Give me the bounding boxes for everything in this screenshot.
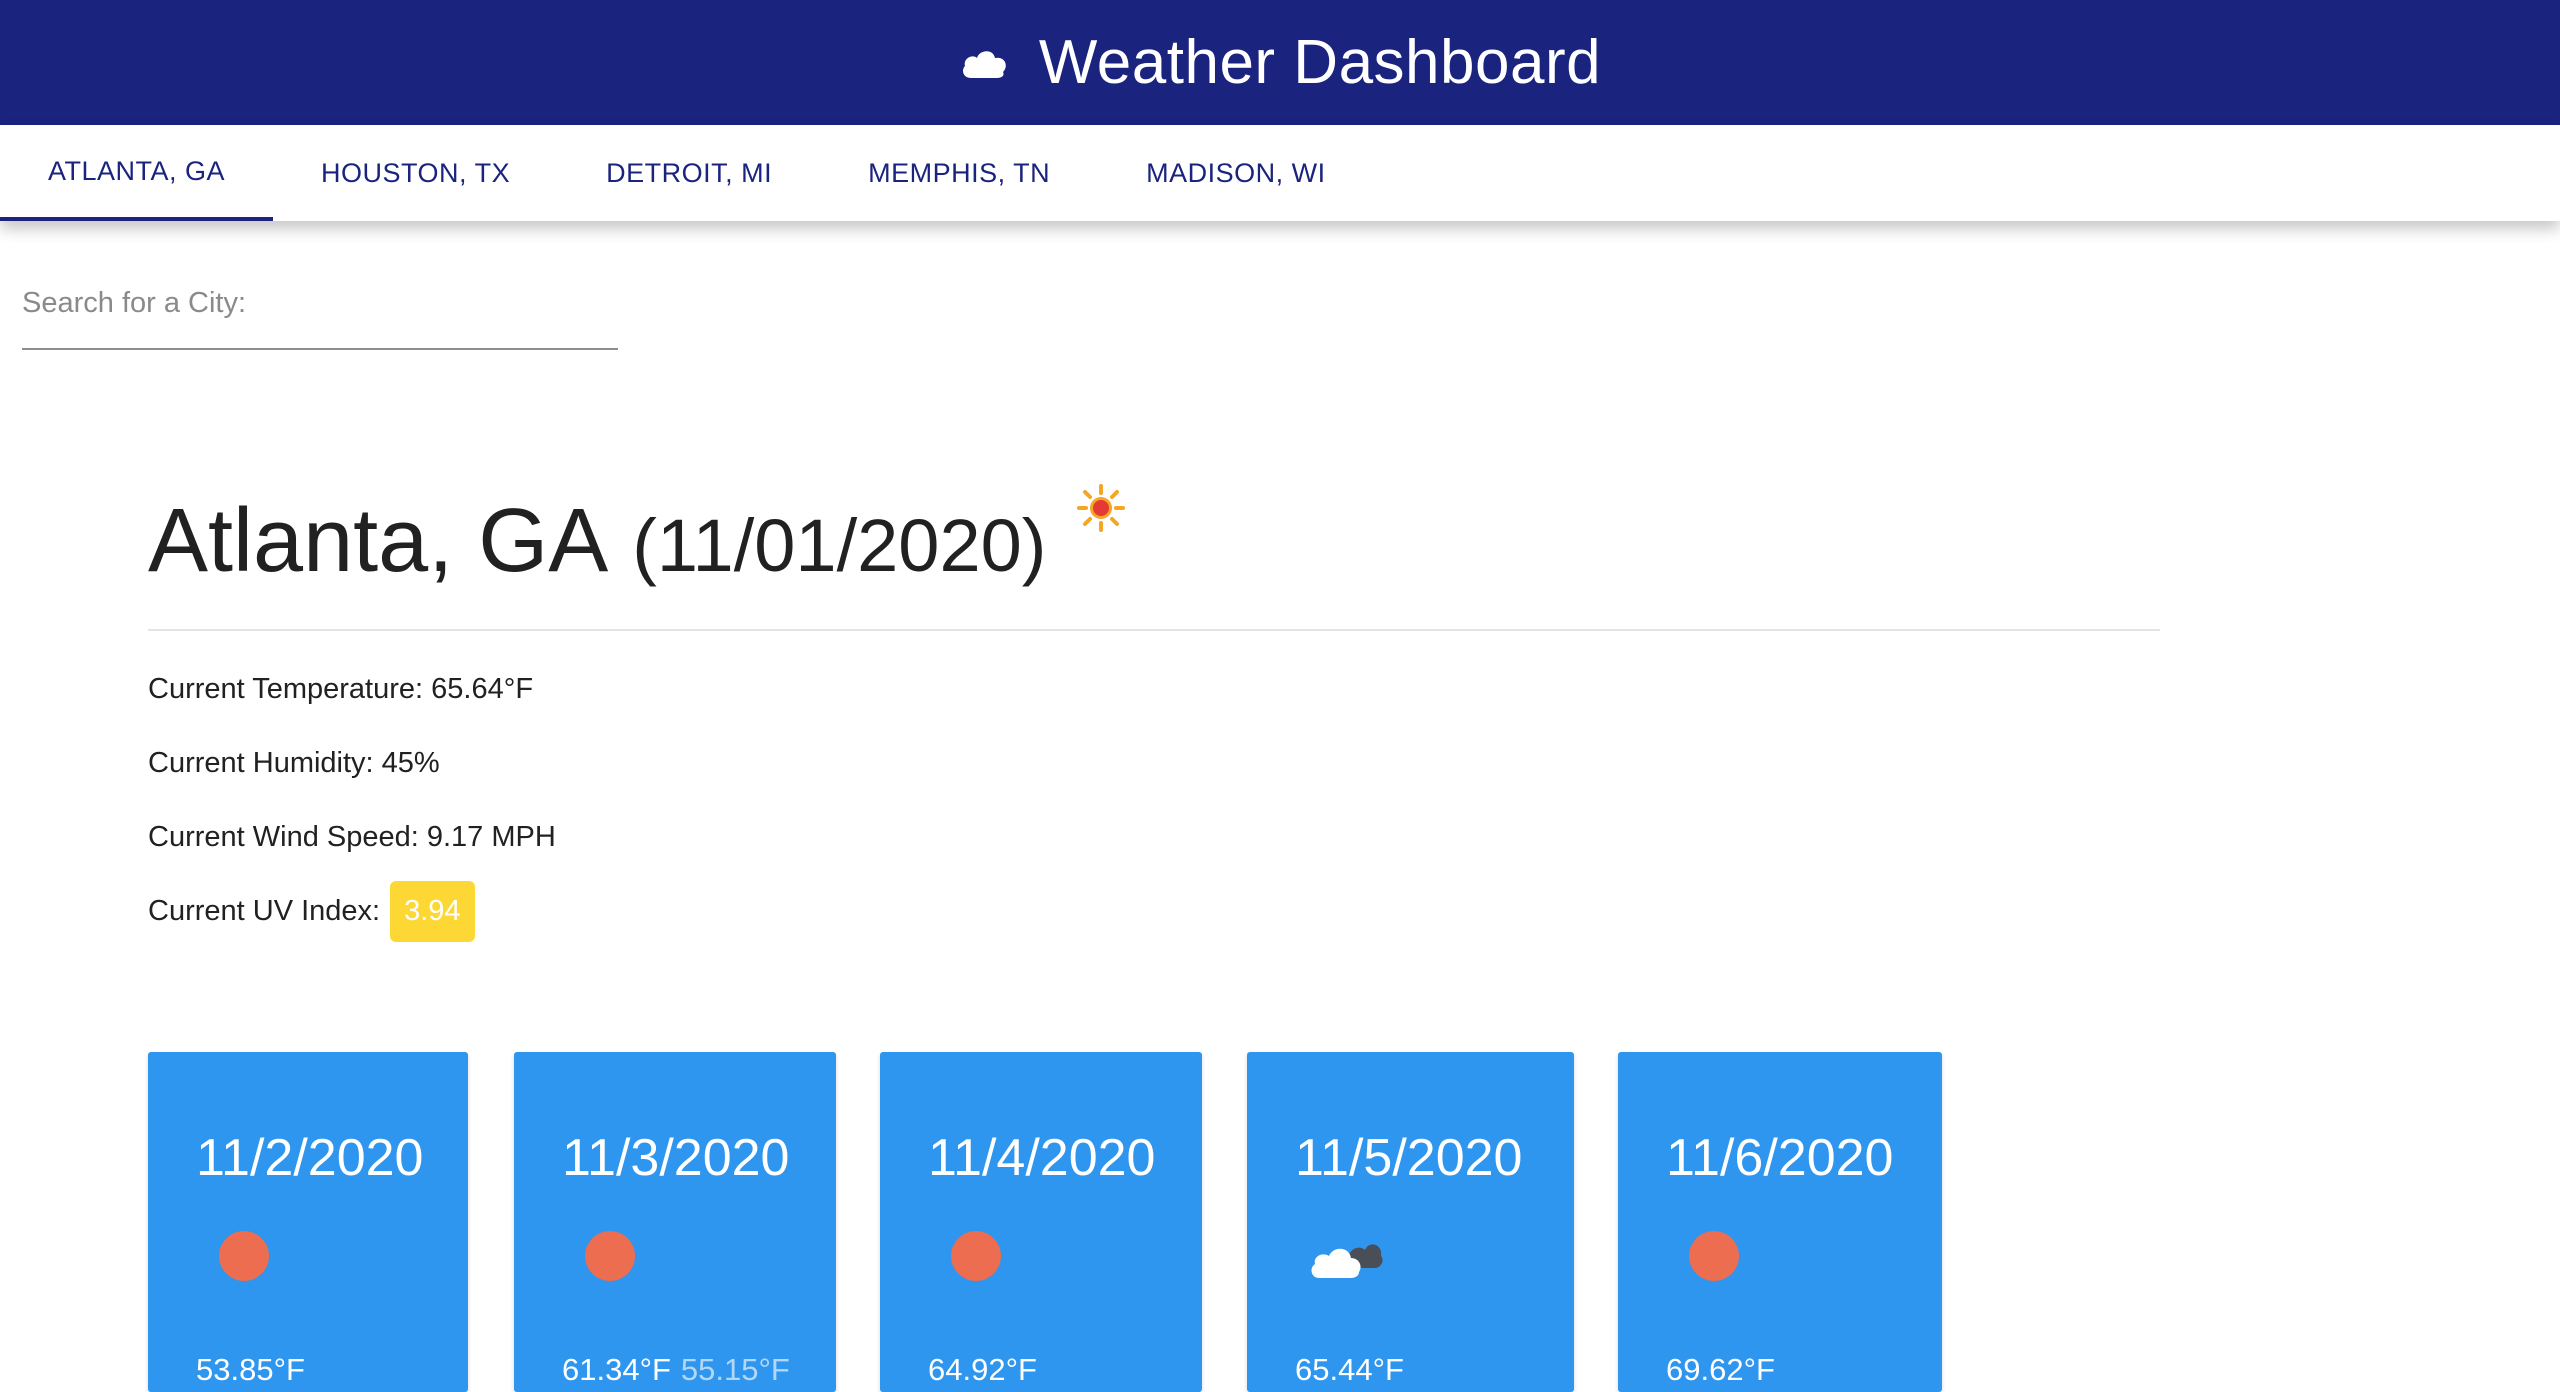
forecast-temps: 61.34°F 55.15°F [562, 1352, 790, 1388]
forecast-date: 11/2/2020 [196, 1129, 424, 1187]
cloudy-icon [1309, 1230, 1385, 1287]
sun-icon [950, 1230, 1002, 1287]
forecast-date: 11/6/2020 [1666, 1129, 1894, 1187]
forecast-date: 11/3/2020 [562, 1129, 790, 1187]
sun-icon [218, 1230, 270, 1287]
forecast-card: 11/6/2020 69.62°F [1618, 1052, 1942, 1392]
current-date: (11/01/2020) [632, 504, 1047, 587]
forecast-card: 11/5/2020 65.44°F [1247, 1052, 1574, 1392]
current-humidity: Current Humidity: 45% [148, 746, 440, 779]
sun-icon [1076, 483, 1126, 538]
sun-icon [1688, 1230, 1740, 1287]
forecast-high: 53.85°F [196, 1352, 305, 1387]
forecast-high: 69.62°F [1666, 1352, 1775, 1387]
current-uv-index: Current UV Index: 3.94 [148, 880, 2160, 942]
cloud-icon [959, 46, 1009, 80]
uv-badge: 3.94 [390, 880, 475, 942]
forecast-temps: 69.62°F [1666, 1352, 1785, 1388]
forecast-high: 65.44°F [1295, 1352, 1404, 1387]
tab-memphis[interactable]: Memphis, TN [820, 125, 1098, 221]
city-heading: Atlanta, GA (11/01/2020) [148, 484, 2160, 631]
tab-detroit[interactable]: Detroit, MI [558, 125, 820, 221]
search-input[interactable] [22, 278, 618, 328]
uv-label: Current UV Index: [148, 894, 381, 927]
forecast-temps: 65.44°F [1295, 1352, 1414, 1388]
app-title: Weather Dashboard [1038, 28, 1602, 97]
forecast-card: 11/3/2020 61.34°F 55.15°F [514, 1052, 836, 1392]
city-search [22, 278, 618, 350]
forecast-temps: 64.92°F [928, 1352, 1047, 1388]
tab-atlanta[interactable]: Atlanta, GA [0, 125, 274, 221]
app-header: Weather Dashboard [0, 0, 2560, 125]
current-wind-speed: Current Wind Speed: 9.17 MPH [148, 820, 556, 853]
current-weather: Atlanta, GA (11/01/2020) Current Tempera… [148, 484, 2160, 942]
forecast-date: 11/4/2020 [928, 1129, 1156, 1187]
forecast-high: 61.34°F [562, 1352, 671, 1387]
forecast-high: 64.92°F [928, 1352, 1037, 1387]
tab-houston[interactable]: Houston, TX [273, 125, 558, 221]
forecast-low: 55.15°F [680, 1352, 790, 1387]
forecast-date: 11/5/2020 [1295, 1129, 1523, 1187]
current-temperature: Current Temperature: 65.64°F [148, 672, 534, 705]
forecast-temps: 53.85°F [196, 1352, 315, 1388]
tab-madison[interactable]: Madison, WI [1098, 125, 1374, 221]
sun-icon [584, 1230, 636, 1287]
five-day-forecast: 11/2/2020 53.85°F 11/3/2020 61.34°F 55.15… [0, 1052, 2560, 1392]
city-tabs: Atlanta, GA Houston, TX Detroit, MI Memp… [0, 125, 2560, 221]
city-name: Atlanta, GA [148, 491, 609, 591]
forecast-card: 11/2/2020 53.85°F [148, 1052, 468, 1392]
forecast-card: 11/4/2020 64.92°F [880, 1052, 1202, 1392]
